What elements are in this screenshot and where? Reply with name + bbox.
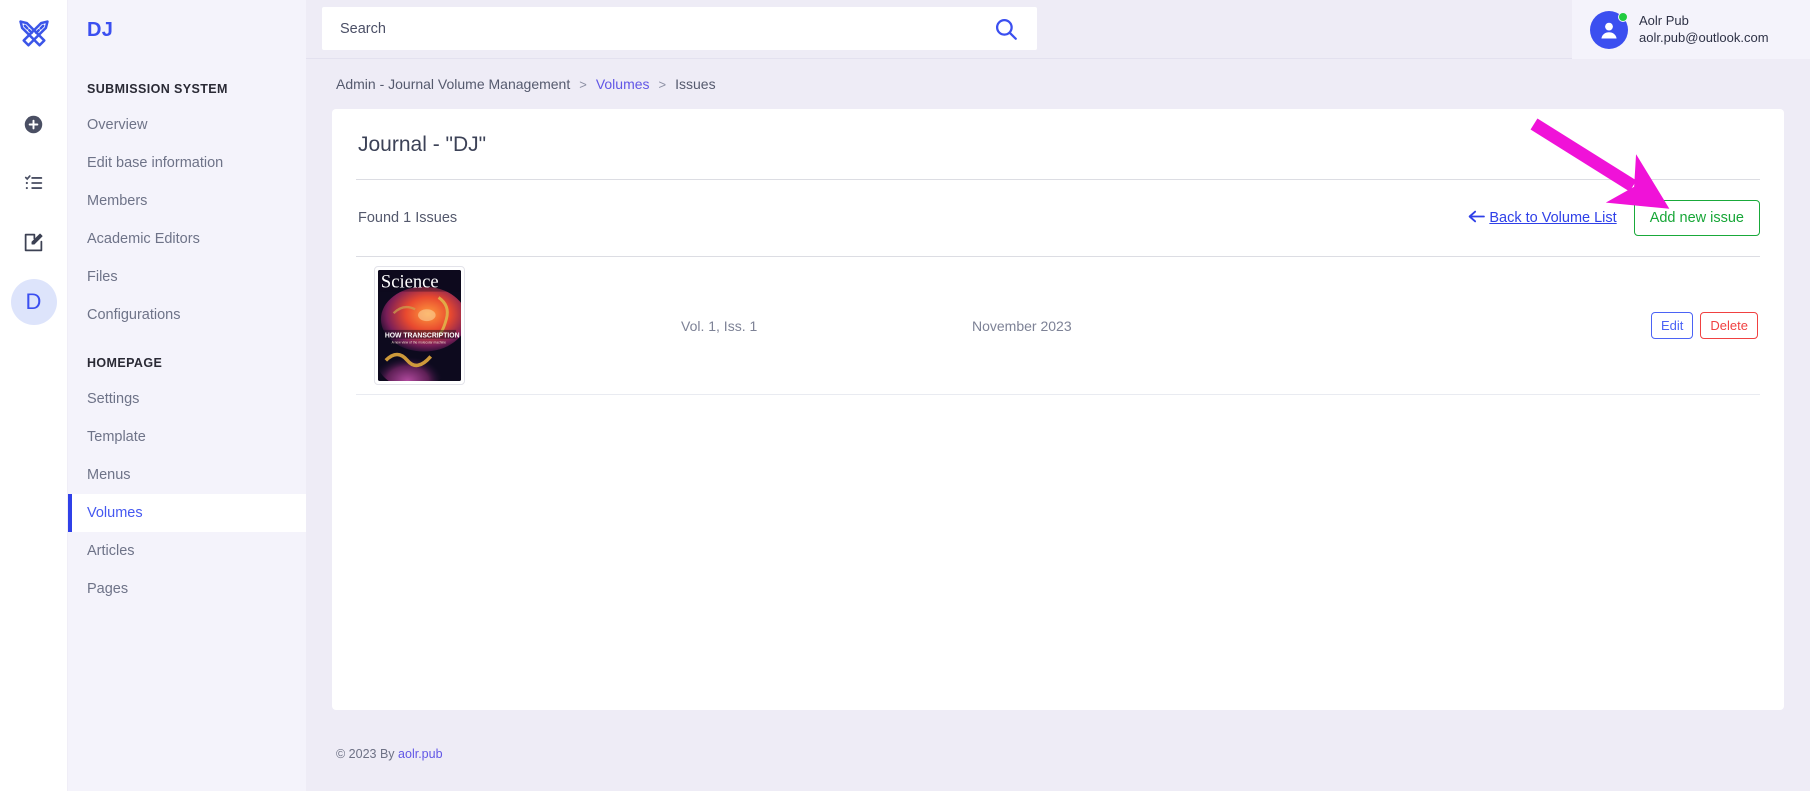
search-icon[interactable] — [989, 12, 1023, 46]
issue-cover-thumbnail[interactable]: Science HOW TRANSCRIPTION BEGINS A new v… — [374, 266, 465, 385]
sidebar-item-overview[interactable]: Overview — [68, 106, 306, 144]
add-new-issue-button[interactable]: Add new issue — [1633, 200, 1760, 236]
content-area: Admin - Journal Volume Management > Volu… — [306, 59, 1810, 717]
checklist-icon[interactable] — [19, 168, 49, 198]
sidebar-group-title-homepage: HOMEPAGE — [87, 356, 163, 370]
sidebar-brand[interactable]: DJ — [68, 0, 306, 60]
back-link-label: Back to Volume List — [1489, 210, 1617, 226]
rail-icon-list — [19, 109, 49, 257]
back-to-volume-list-link[interactable]: Back to Volume List — [1468, 210, 1617, 227]
sidebar-item-template[interactable]: Template — [68, 418, 306, 456]
breadcrumb-separator: > — [579, 76, 587, 92]
main-area: Aolr Pub aolr.pub@outlook.com Admin - Jo… — [306, 0, 1810, 791]
sidebar-item-academic-editors[interactable]: Academic Editors — [68, 220, 306, 258]
sidebar-item-label: Articles — [87, 543, 135, 559]
breadcrumb-separator: > — [658, 76, 667, 92]
app-logo-icon[interactable] — [12, 13, 56, 57]
breadcrumb: Admin - Journal Volume Management > Volu… — [332, 59, 1784, 109]
sidebar-item-settings[interactable]: Settings — [68, 380, 306, 418]
sidebar-item-label: Edit base information — [87, 155, 224, 171]
issue-volume-label: Vol. 1, Iss. 1 — [681, 317, 758, 334]
user-email: aolr.pub@outlook.com — [1639, 30, 1769, 45]
edit-square-icon[interactable] — [19, 227, 49, 257]
issue-date-label: November 2023 — [972, 317, 1072, 334]
sidebar-item-label: Pages — [87, 581, 129, 597]
edit-issue-button[interactable]: Edit — [1651, 312, 1694, 339]
issue-cover-image: Science HOW TRANSCRIPTION BEGINS A new v… — [378, 270, 461, 381]
footer-link[interactable]: aolr.pub — [398, 747, 442, 761]
sidebar-item-label: Menus — [87, 467, 131, 483]
issues-toolbar: Found 1 Issues Back to Volume List Add n… — [356, 180, 1760, 256]
sidebar-group-title-submission: SUBMISSION SYSTEM — [87, 82, 228, 96]
sidebar-item-articles[interactable]: Articles — [68, 532, 306, 570]
delete-issue-button[interactable]: Delete — [1700, 312, 1758, 339]
user-info: Aolr Pub aolr.pub@outlook.com — [1639, 13, 1769, 46]
sidebar-item-volumes[interactable]: Volumes — [68, 494, 306, 532]
issues-card: Journal - "DJ" Found 1 Issues Back to Vo… — [332, 109, 1784, 710]
sidebar-item-configurations[interactable]: Configurations — [68, 296, 306, 334]
rail-user-avatar[interactable]: D — [10, 279, 57, 325]
user-profile[interactable]: Aolr Pub aolr.pub@outlook.com — [1572, 0, 1810, 59]
found-count-text: Found 1 Issues — [358, 210, 458, 226]
sidebar-item-label: Overview — [87, 117, 148, 133]
sidebar-item-label: Settings — [87, 391, 140, 407]
sidebar-item-members[interactable]: Members — [68, 182, 306, 220]
breadcrumb-item-volumes[interactable]: Volumes — [596, 76, 650, 92]
issue-row-actions: Edit Delete — [1651, 312, 1758, 339]
sidebar-item-pages[interactable]: Pages — [68, 570, 306, 608]
icon-rail: D — [0, 0, 68, 791]
avatar — [1590, 10, 1628, 49]
sidebar-item-label: Academic Editors — [87, 231, 200, 247]
breadcrumb-item-admin: Admin - Journal Volume Management — [336, 76, 571, 92]
arrow-left-icon — [1468, 210, 1486, 227]
sidebar-item-edit-base-information[interactable]: Edit base information — [68, 144, 306, 182]
breadcrumb-item-issues: Issues — [675, 76, 716, 92]
sidebar-item-label: Files — [87, 269, 118, 285]
svg-text:HOW TRANSCRIPTION BEGINS: HOW TRANSCRIPTION BEGINS — [385, 332, 461, 339]
issue-list-item: Science HOW TRANSCRIPTION BEGINS A new v… — [356, 257, 1760, 394]
sidebar-item-files[interactable]: Files — [68, 258, 306, 296]
sidebar-item-label: Members — [87, 193, 148, 209]
search-bar[interactable] — [322, 7, 1037, 50]
footer-copyright: © 2023 By — [336, 747, 395, 761]
sidebar-item-label: Template — [87, 429, 146, 445]
svg-text:Science: Science — [381, 272, 439, 293]
svg-text:A new view of the molecular ma: A new view of the molecular machine — [392, 341, 446, 345]
search-input[interactable] — [340, 20, 989, 37]
footer: © 2023 By aolr.pub — [306, 717, 1810, 791]
add-circle-icon[interactable] — [19, 109, 49, 139]
divider — [356, 394, 1760, 395]
toolbar-actions: Back to Volume List Add new issue — [1468, 200, 1760, 236]
online-status-dot — [1618, 11, 1628, 22]
app-root: D DJ SUBMISSION SYSTEM Overview Edit bas… — [0, 0, 1810, 791]
sidebar-item-menus[interactable]: Menus — [68, 456, 306, 494]
sidebar-item-label: Volumes — [87, 505, 143, 521]
sidebar: DJ SUBMISSION SYSTEM Overview Edit base … — [68, 0, 306, 791]
sidebar-item-label: Configurations — [87, 307, 181, 323]
user-name: Aolr Pub — [1639, 13, 1689, 28]
page-title: Journal - "DJ" — [358, 133, 487, 156]
top-bar: Aolr Pub aolr.pub@outlook.com — [306, 0, 1810, 59]
